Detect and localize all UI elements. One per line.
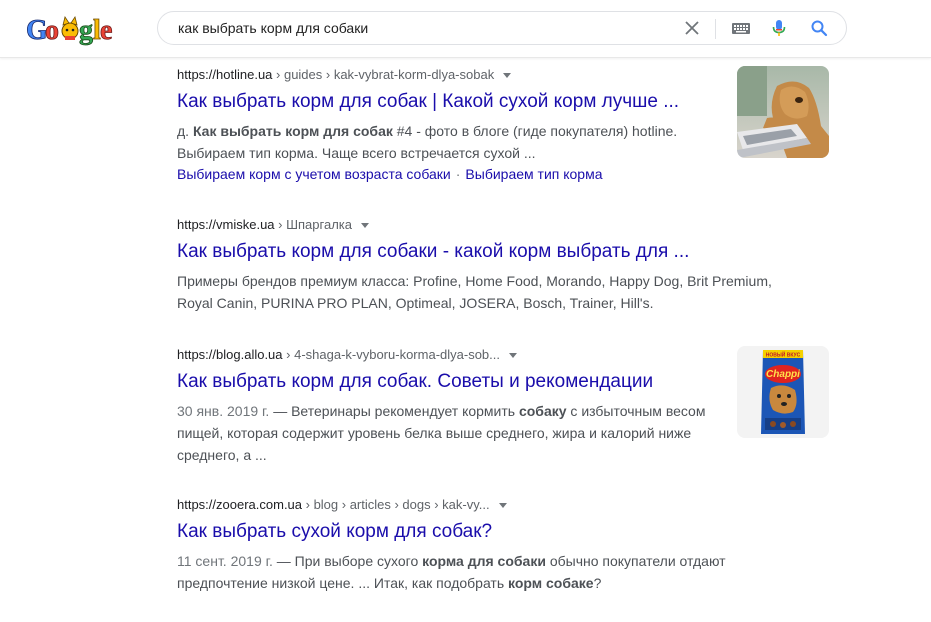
sitelink-type[interactable]: Выбираем тип корма [465, 166, 602, 182]
result-url[interactable]: https://zooera.com.ua › blog › articles … [177, 496, 797, 514]
snippet-date: 11 сент. 2019 г. [177, 553, 273, 569]
snippet-highlight: корм собаке [508, 575, 594, 591]
caret-down-icon[interactable] [498, 503, 507, 509]
result-snippet: Примеры брендов премиум класса: Profine,… [177, 270, 777, 314]
search-results-page: G o g l e как выбрать корм для собаки ht… [0, 0, 931, 622]
result-path: › guides › kak-vybrat-korm-dlya-sobak [272, 67, 495, 82]
result-site: https://vmiske.ua [177, 217, 275, 232]
result-snippet: 11 сент. 2019 г. — При выборе сухого кор… [177, 550, 757, 594]
result-url[interactable]: https://hotline.ua › guides › kak-vybrat… [177, 66, 797, 84]
search-input[interactable] [178, 12, 658, 44]
snippet-text: ? [593, 575, 602, 591]
snippet-text: д. [177, 123, 193, 139]
search-result: https://hotline.ua › guides › kak-vybrat… [177, 66, 797, 184]
result-snippet: д. Как выбрать корм для собак #4 - фото … [177, 120, 737, 164]
result-url[interactable]: https://vmiske.ua › Шпаргалка [177, 216, 797, 234]
search-box [157, 11, 847, 45]
result-site: https://blog.allo.ua [177, 347, 283, 362]
search-result: https://vmiske.ua › Шпаргалка Как выбрат… [177, 216, 797, 314]
search-box-divider [715, 19, 716, 39]
snippet-date: 30 янв. 2019 г. [177, 403, 270, 419]
caret-down-icon[interactable] [509, 353, 517, 359]
snippet-highlight: корма для собаки [422, 553, 546, 569]
snippet-text: Примеры брендов премиум класса: Profine,… [177, 273, 772, 311]
result-title-link[interactable]: Как выбрать корм для собак. Советы и рек… [177, 370, 797, 394]
snippet-highlight: собаку [518, 403, 567, 419]
pack-brand: Chappi [766, 369, 800, 380]
result-path: › Шпаргалка [274, 217, 352, 232]
svg-text:e: e [100, 15, 112, 46]
caret-down-icon[interactable] [361, 223, 369, 229]
caret-down-icon[interactable] [503, 73, 512, 79]
microphone-icon[interactable] [770, 19, 788, 37]
result-path: › 4-shaga-k-vyboru-korma-dlya-sob... [282, 347, 500, 362]
result-site: https://zooera.com.ua [177, 497, 303, 512]
google-doodle-logo[interactable]: G o g l e [25, 12, 115, 46]
snippet-highlight: Как выбрать корм для собак [192, 123, 393, 139]
result-snippet: 30 янв. 2019 г. — Ветеринары рекомендует… [177, 400, 707, 466]
clear-icon[interactable] [683, 19, 701, 37]
search-result: https://zooera.com.ua › blog › articles … [177, 496, 797, 594]
result-title-link[interactable]: Как выбрать корм для собаки - какой корм… [177, 240, 797, 264]
result-title-link[interactable]: Как выбрать сухой корм для собак? [177, 520, 797, 544]
svg-text:o: o [45, 15, 59, 46]
search-result: https://blog.allo.ua › 4-shaga-k-vyboru-… [177, 346, 797, 466]
result-thumbnail-dog[interactable] [737, 66, 829, 158]
snippet-text: — Ветеринары рекомендует кормить [269, 403, 519, 419]
svg-text:g: g [79, 15, 93, 46]
snippet-text: — При выборе сухого [272, 553, 423, 569]
sitelink-separator: · [455, 166, 461, 182]
result-site: https://hotline.ua [177, 67, 273, 82]
pack-badge: НОВЫЙ ВКУС [766, 351, 801, 359]
keyboard-icon[interactable] [731, 19, 751, 37]
result-path: › blog › articles › dogs › kak-vy... [302, 497, 490, 512]
header-bar: G o g l e [0, 0, 931, 58]
result-title-link[interactable]: Как выбрать корм для собак | Какой сухой… [177, 90, 797, 114]
result-sitelinks: Выбираем корм с учетом возраста собаки · В… [177, 164, 797, 184]
search-icon[interactable] [810, 19, 828, 37]
result-url[interactable]: https://blog.allo.ua › 4-shaga-k-vyboru-… [177, 346, 797, 364]
result-thumbnail-dogfood-pack[interactable]: НОВЫЙ ВКУС Chappi [737, 346, 829, 438]
sitelink-age[interactable]: Выбираем корм с учетом возраста собаки [177, 166, 451, 182]
